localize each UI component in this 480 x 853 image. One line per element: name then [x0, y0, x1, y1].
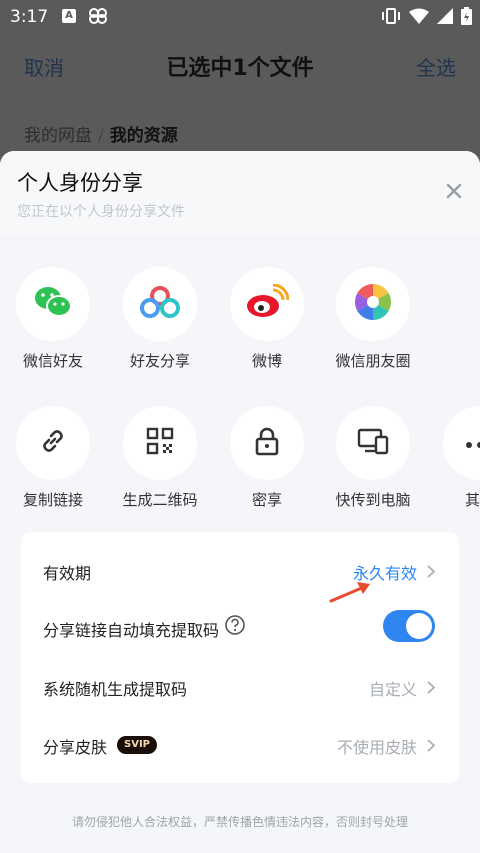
autofill-toggle[interactable]	[383, 610, 435, 642]
share-row-apps: 微信好友 好友分享 微博 微信朋友圈	[0, 267, 480, 387]
share-circle	[16, 406, 90, 480]
share-circle	[123, 406, 197, 480]
breadcrumb: 我的网盘 / 我的资源	[24, 121, 178, 146]
share-qrcode[interactable]: 生成二维码	[110, 406, 210, 510]
footer-warning: 请勿侵犯他人合法权益，严禁传播色情违法内容，否则封号处理	[71, 815, 408, 829]
share-label: 复制链接	[22, 491, 83, 509]
share-copy-link[interactable]: 复制链接	[3, 406, 103, 510]
share-sheet: 个人身份分享 您正在以个人身份分享文件 微信好友 好友分享 微博 微信朋友圈 复…	[0, 151, 480, 853]
sheet-header: 个人身份分享 您正在以个人身份分享文件	[0, 151, 480, 235]
status-time: 3:17	[10, 7, 49, 27]
battery-icon	[461, 7, 472, 29]
share-settings-card: 有效期 永久有效 分享链接自动填充提取码 系统随机生成提取码 自定义 分享皮肤 …	[21, 532, 459, 783]
random-code-label: 系统随机生成提取码	[43, 680, 188, 699]
toggle-knob	[406, 613, 432, 639]
share-label: 快传到电脑	[335, 491, 411, 509]
breadcrumb-current: 我的资源	[109, 126, 178, 146]
annotation-arrow-icon	[328, 579, 372, 609]
share-circle	[336, 267, 410, 341]
share-circle	[443, 406, 480, 480]
sheet-subtitle: 您正在以个人身份分享文件	[17, 204, 185, 220]
share-label: 微信好友	[22, 352, 83, 370]
breadcrumb-root[interactable]: 我的网盘	[24, 126, 92, 146]
sheet-title: 个人身份分享	[17, 171, 143, 195]
chevron-right-icon	[427, 679, 436, 698]
share-more[interactable]: 其他	[430, 406, 480, 510]
friend-share-icon	[138, 285, 182, 323]
share-label: 好友分享	[129, 352, 190, 370]
status-bar: 3:17 A	[0, 0, 480, 34]
autofill-label: 分享链接自动填充提取码	[43, 621, 220, 640]
wifi-icon	[409, 8, 429, 28]
share-label: 密享	[251, 491, 282, 509]
share-label: 微信朋友圈	[335, 352, 411, 370]
skin-label: 分享皮肤	[43, 738, 108, 757]
validity-row[interactable]: 有效期 永久有效	[21, 542, 459, 598]
validity-label: 有效期	[43, 564, 92, 583]
weibo-icon	[245, 283, 290, 324]
share-circle	[230, 267, 304, 341]
lock-icon	[254, 426, 280, 460]
share-row-tools: 复制链接 生成二维码 密享 快传到电脑 其	[0, 406, 480, 526]
close-icon[interactable]	[442, 179, 466, 203]
notification-a-icon: A	[62, 9, 76, 23]
breadcrumb-separator: /	[98, 126, 104, 146]
share-label: 微博	[251, 352, 282, 370]
help-icon[interactable]	[224, 614, 246, 640]
share-circle	[123, 267, 197, 341]
vibrate-icon	[381, 7, 401, 29]
page-title: 已选中1个文件	[166, 56, 314, 81]
share-secret[interactable]: 密享	[217, 406, 317, 510]
skin-row[interactable]: 分享皮肤 SVIP 不使用皮肤	[21, 716, 459, 772]
share-friend-share[interactable]: 好友分享	[110, 267, 210, 371]
svip-badge: SVIP	[117, 736, 157, 754]
devices-icon	[357, 427, 389, 459]
select-all-button[interactable]: 全选	[416, 52, 456, 81]
share-to-pc[interactable]: 快传到电脑	[323, 406, 423, 510]
share-moments[interactable]: 微信朋友圈	[323, 267, 423, 371]
autofill-code-row: 分享链接自动填充提取码	[21, 599, 459, 655]
skin-value: 不使用皮肤	[336, 738, 417, 757]
share-circle	[230, 406, 304, 480]
share-circle	[16, 267, 90, 341]
signal-icon	[437, 8, 453, 28]
share-weibo[interactable]: 微博	[217, 267, 317, 371]
random-code-value: 自定义	[368, 680, 417, 699]
chevron-right-icon	[427, 563, 436, 582]
share-label: 生成二维码	[122, 491, 198, 509]
share-wechat-friend[interactable]: 微信好友	[3, 267, 103, 371]
qrcode-icon	[146, 427, 174, 459]
top-bar: 取消 已选中1个文件 全选	[0, 34, 480, 96]
share-label: 其他	[464, 491, 480, 509]
wechat-icon	[33, 284, 73, 324]
link-icon	[38, 426, 68, 460]
more-icon	[465, 434, 480, 453]
random-code-row[interactable]: 系统随机生成提取码 自定义	[21, 658, 459, 714]
moments-icon	[353, 282, 393, 326]
share-circle	[336, 406, 410, 480]
app-notification-icon	[88, 7, 108, 29]
chevron-right-icon	[427, 737, 436, 756]
